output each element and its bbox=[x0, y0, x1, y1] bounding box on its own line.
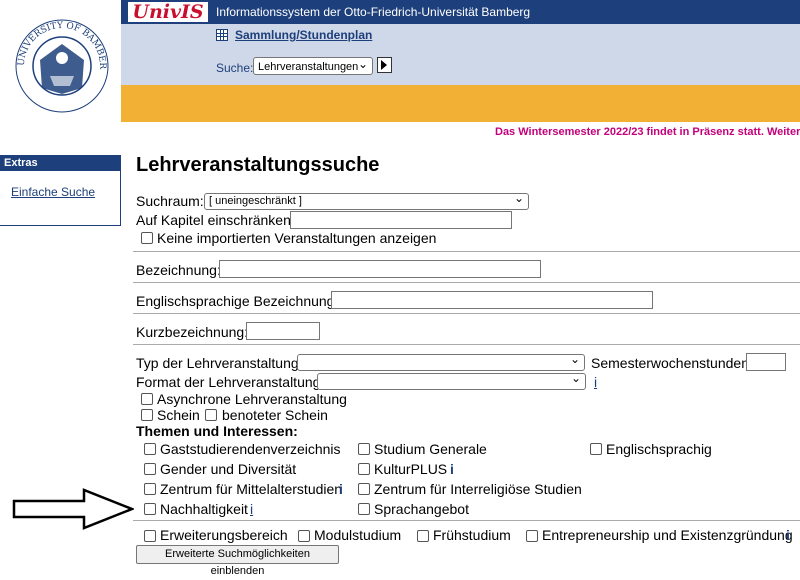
bottom-option-label: Modulstudium bbox=[314, 527, 402, 543]
sws-label: Semesterwochenstunden: bbox=[591, 355, 753, 371]
university-seal-icon: UNIVERSITY OF BAMBERG · OTTO-FRIEDRICH-U… bbox=[0, 0, 109, 113]
extras-heading: Extras bbox=[0, 155, 121, 171]
benoteter-schein-checkbox[interactable] bbox=[205, 409, 217, 421]
page-title: Lehrveranstaltungssuche bbox=[136, 154, 380, 176]
kurzbezeichnung-input[interactable] bbox=[246, 322, 320, 340]
bottom-option-label: Entrepreneurship und Existenzgründung bbox=[542, 527, 793, 543]
search-type-select[interactable]: Lehrveranstaltungen bbox=[253, 55, 373, 75]
system-title: Informationssystem der Otto-Friedrich-Un… bbox=[216, 5, 531, 19]
theme-label: Zentrum für Mittelalterstudien bbox=[160, 481, 343, 497]
modulstudium-checkbox[interactable] bbox=[298, 530, 310, 542]
format-label: Format der Lehrveranstaltung: bbox=[136, 374, 325, 390]
divider bbox=[133, 520, 800, 521]
fruehstudium-checkbox[interactable] bbox=[417, 530, 429, 542]
theme-label: Gender und Diversität bbox=[160, 461, 297, 477]
schein-label: Schein bbox=[157, 407, 200, 423]
info-icon[interactable]: i bbox=[786, 527, 790, 543]
theme-label: Gaststudierendenverzeichnis bbox=[160, 441, 341, 457]
no-imported-label: Keine importierten Veranstaltungen anzei… bbox=[157, 230, 437, 246]
info-icon[interactable]: i bbox=[250, 501, 253, 517]
notice-text[interactable]: Das Wintersemester 2022/23 findet in Prä… bbox=[495, 126, 800, 138]
suchraum-label: Suchraum: bbox=[136, 193, 204, 209]
divider bbox=[133, 313, 800, 314]
theme-checkbox[interactable] bbox=[358, 483, 370, 495]
englisch-bezeichnung-label: Englischsprachige Bezeichnung: bbox=[136, 293, 339, 309]
info-icon[interactable]: i bbox=[450, 461, 454, 477]
bottom-option-label: Erweiterungsbereich bbox=[160, 527, 288, 543]
calendar-grid-icon[interactable] bbox=[216, 29, 228, 41]
bezeichnung-label: Bezeichnung: bbox=[136, 262, 221, 278]
theme-label: Studium Generale bbox=[374, 441, 487, 457]
nav-link-sammlung[interactable]: Sammlung/Stundenplan bbox=[235, 28, 372, 42]
theme-label: Nachhaltigkeit bbox=[160, 501, 248, 517]
search-label: Suche: bbox=[216, 61, 254, 75]
theme-label: Englischsprachig bbox=[606, 441, 712, 457]
benoteter-schein-label: benoteter Schein bbox=[222, 407, 328, 423]
bottom-option-label: Frühstudium bbox=[433, 527, 511, 543]
theme-checkbox[interactable] bbox=[358, 463, 370, 475]
sidebar-item-einfache-suche[interactable]: Einfache Suche bbox=[11, 185, 95, 199]
theme-label: KulturPLUS bbox=[374, 461, 448, 477]
theme-checkbox[interactable] bbox=[144, 483, 156, 495]
kurzbezeichnung-label: Kurzbezeichnung: bbox=[136, 324, 249, 340]
arrow-right-icon bbox=[12, 488, 134, 530]
theme-checkbox[interactable] bbox=[358, 443, 370, 455]
sws-input[interactable] bbox=[746, 353, 786, 371]
schein-checkbox[interactable] bbox=[141, 409, 153, 421]
theme-checkbox[interactable] bbox=[358, 503, 370, 515]
no-imported-checkbox[interactable] bbox=[141, 232, 153, 244]
typ-label: Typ der Lehrveranstaltung: bbox=[136, 355, 303, 371]
format-select[interactable] bbox=[317, 371, 586, 390]
theme-checkbox[interactable] bbox=[590, 443, 602, 455]
theme-checkbox[interactable] bbox=[144, 503, 156, 515]
kapitel-label: Auf Kapitel einschränken: bbox=[136, 212, 295, 228]
divider bbox=[133, 251, 800, 252]
logo-area: UNIVERSITY OF BAMBERG · OTTO-FRIEDRICH-U… bbox=[0, 0, 121, 122]
univis-logo[interactable]: UnivIS bbox=[128, 2, 208, 22]
async-label: Asynchrone Lehrveranstaltung bbox=[157, 391, 347, 407]
entrepreneurship-checkbox[interactable] bbox=[526, 530, 538, 542]
theme-label: Sprachangebot bbox=[374, 501, 469, 517]
typ-select[interactable] bbox=[297, 352, 585, 371]
info-icon[interactable]: i bbox=[594, 374, 597, 390]
themen-heading: Themen und Interessen: bbox=[136, 423, 298, 439]
theme-checkbox[interactable] bbox=[144, 463, 156, 475]
erweiterungsbereich-checkbox[interactable] bbox=[144, 530, 156, 542]
kapitel-input[interactable] bbox=[290, 211, 512, 229]
accent-band bbox=[121, 85, 800, 122]
bezeichnung-input[interactable] bbox=[219, 260, 541, 278]
theme-checkbox[interactable] bbox=[144, 443, 156, 455]
theme-label: Zentrum für Interreligiöse Studien bbox=[374, 481, 582, 497]
info-icon[interactable]: i bbox=[339, 481, 343, 497]
englisch-bezeichnung-input[interactable] bbox=[331, 291, 653, 309]
play-arrow-icon[interactable] bbox=[377, 57, 392, 73]
divider bbox=[133, 282, 800, 283]
divider bbox=[133, 344, 800, 345]
suchraum-select[interactable]: [ uneingeschränkt ] bbox=[204, 191, 529, 210]
expand-search-button[interactable]: Erweiterte Suchmöglichkeiten einblenden bbox=[136, 545, 339, 577]
async-checkbox[interactable] bbox=[141, 393, 153, 405]
